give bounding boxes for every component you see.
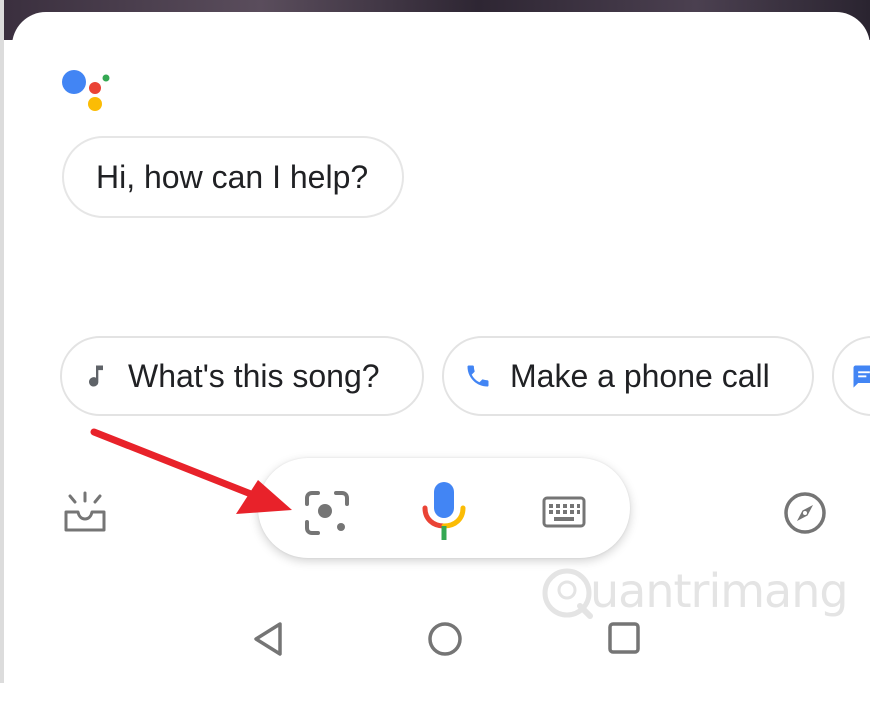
home-icon[interactable] <box>426 620 464 658</box>
explore-compass-icon[interactable] <box>782 490 828 536</box>
screen-edge <box>0 0 4 683</box>
assistant-greeting-text: Hi, how can I help? <box>96 159 369 195</box>
music-note-icon <box>89 365 103 387</box>
keyboard-icon[interactable] <box>542 496 586 528</box>
assistant-greeting-bubble: Hi, how can I help? <box>62 136 404 218</box>
recents-icon[interactable] <box>606 620 642 656</box>
watermark: uantrimang <box>540 562 849 622</box>
suggestion-chip-phone-call[interactable]: Make a phone call <box>442 336 814 416</box>
suggestion-chip-song[interactable]: What's this song? <box>60 336 424 416</box>
suggestion-chip-label: Make a phone call <box>510 358 770 394</box>
watermark-text: uantrimang <box>590 564 849 618</box>
phone-icon <box>467 365 489 387</box>
suggestion-chip-label: What's this song? <box>128 358 380 394</box>
message-icon <box>853 365 870 388</box>
mic-icon[interactable] <box>420 480 468 542</box>
back-icon[interactable] <box>250 620 286 658</box>
watermark-logo-icon <box>542 568 593 619</box>
annotation-arrow <box>90 428 292 514</box>
google-assistant-logo-icon <box>62 70 110 111</box>
lens-icon[interactable] <box>304 490 350 536</box>
